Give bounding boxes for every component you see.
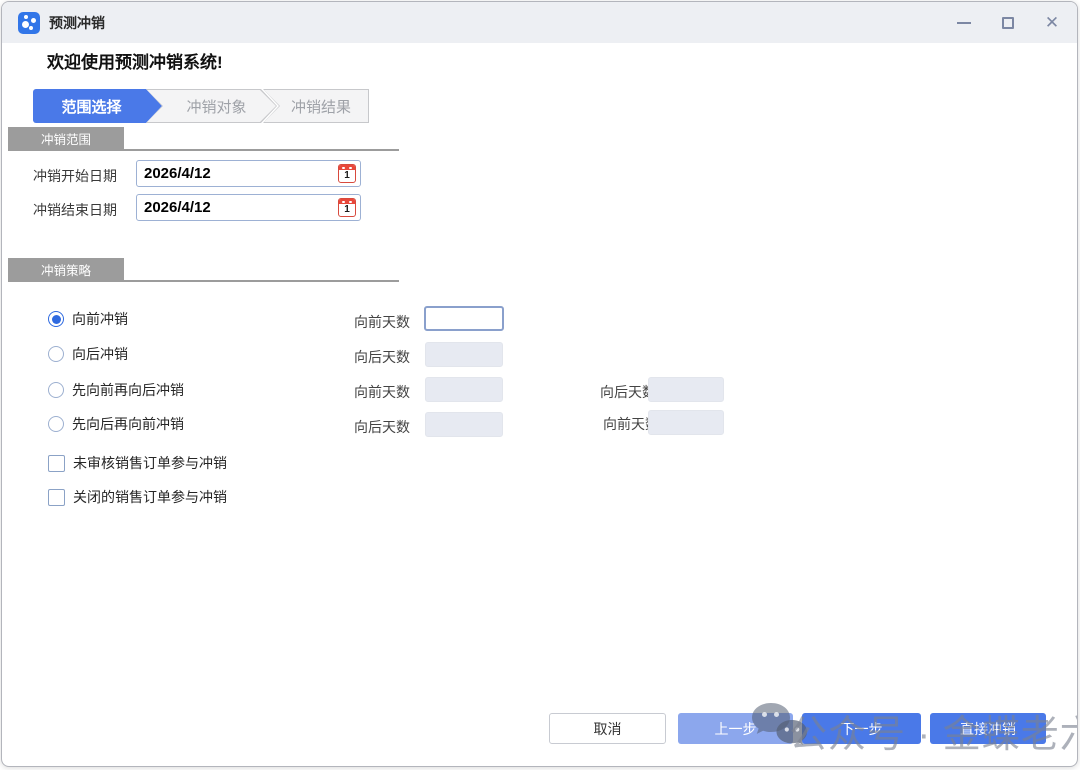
forward-days-field-disabled bbox=[648, 410, 724, 435]
app-icon bbox=[18, 12, 40, 34]
cancel-button[interactable]: 取消 bbox=[549, 713, 666, 744]
app-window: 预测冲销 ✕ 欢迎使用预测冲销系统! 范围选择 冲销对象 冲销结果 冲销范围 冲… bbox=[1, 1, 1078, 767]
radio-backward-then-forward[interactable]: 先向后再向前冲销 bbox=[48, 412, 184, 436]
minimize-icon[interactable] bbox=[955, 14, 973, 32]
step-label: 冲销对象 bbox=[146, 89, 277, 123]
maximize-icon[interactable] bbox=[999, 14, 1017, 32]
forward-days-label: 向前天数 bbox=[354, 312, 410, 332]
title-bar: 预测冲销 ✕ bbox=[2, 2, 1077, 43]
step-tab-offset-target[interactable]: 冲销对象 bbox=[146, 89, 277, 123]
checkbox-label: 未审核销售订单参与冲销 bbox=[73, 453, 227, 473]
checkbox-closed-orders[interactable]: 关闭的销售订单参与冲销 bbox=[48, 488, 227, 506]
screen: 预测冲销 ✕ 欢迎使用预测冲销系统! 范围选择 冲销对象 冲销结果 冲销范围 冲… bbox=[0, 0, 1080, 770]
step-label: 冲销结果 bbox=[263, 89, 369, 123]
radio-label: 先向前再向后冲销 bbox=[72, 380, 184, 400]
calendar-icon[interactable]: 1 bbox=[338, 164, 356, 183]
radio-icon bbox=[48, 346, 64, 362]
backward-days-input bbox=[426, 343, 502, 366]
checkbox-unaudited-orders[interactable]: 未审核销售订单参与冲销 bbox=[48, 454, 227, 472]
start-date-label: 冲销开始日期 bbox=[33, 166, 117, 186]
radio-icon bbox=[48, 311, 64, 327]
backward-days-field-disabled bbox=[648, 377, 724, 402]
forward-days-input[interactable] bbox=[426, 308, 502, 329]
calendar-icon[interactable]: 1 bbox=[338, 198, 356, 217]
forward-days-input bbox=[649, 411, 723, 434]
radio-label: 向前冲销 bbox=[72, 309, 128, 329]
backward-days-label: 向后天数 bbox=[354, 347, 410, 367]
close-icon[interactable]: ✕ bbox=[1043, 14, 1061, 32]
radio-label: 向后冲销 bbox=[72, 344, 128, 364]
backward-days-label: 向后天数 bbox=[354, 417, 410, 437]
radio-forward-offset[interactable]: 向前冲销 bbox=[48, 307, 128, 331]
forward-days-input bbox=[426, 378, 502, 401]
welcome-heading: 欢迎使用预测冲销系统! bbox=[47, 48, 223, 73]
section-divider bbox=[8, 280, 399, 282]
window-title: 预测冲销 bbox=[49, 13, 105, 33]
backward-days-field-disabled bbox=[425, 412, 503, 437]
section-header-strategy: 冲销策略 bbox=[8, 258, 124, 280]
forward-days-field-disabled bbox=[425, 377, 503, 402]
start-date-field[interactable]: 1 bbox=[136, 160, 361, 187]
radio-forward-then-backward[interactable]: 先向前再向后冲销 bbox=[48, 378, 184, 402]
radio-icon bbox=[48, 382, 64, 398]
checkbox-icon bbox=[48, 455, 65, 472]
backward-days-field-disabled bbox=[425, 342, 503, 367]
start-date-input[interactable] bbox=[144, 161, 324, 186]
radio-label: 先向后再向前冲销 bbox=[72, 414, 184, 434]
checkbox-icon bbox=[48, 489, 65, 506]
backward-days-input bbox=[649, 378, 723, 401]
forward-days-label: 向前天数 bbox=[354, 382, 410, 402]
step-label: 范围选择 bbox=[33, 89, 162, 123]
step-tab-offset-result[interactable]: 冲销结果 bbox=[263, 89, 369, 123]
direct-offset-button[interactable]: 直接冲销 bbox=[930, 713, 1046, 744]
end-date-input[interactable] bbox=[144, 195, 324, 220]
backward-days-input bbox=[426, 413, 502, 436]
checkbox-label: 关闭的销售订单参与冲销 bbox=[73, 487, 227, 507]
section-header-scope: 冲销范围 bbox=[8, 127, 124, 149]
radio-icon bbox=[48, 416, 64, 432]
section-divider bbox=[8, 149, 399, 151]
radio-backward-offset[interactable]: 向后冲销 bbox=[48, 342, 128, 366]
end-date-field[interactable]: 1 bbox=[136, 194, 361, 221]
end-date-label: 冲销结束日期 bbox=[33, 200, 117, 220]
forward-days-field[interactable] bbox=[424, 306, 504, 331]
prev-step-button[interactable]: 上一步 bbox=[678, 713, 793, 744]
step-tab-scope-select[interactable]: 范围选择 bbox=[33, 89, 162, 123]
next-step-button[interactable]: 下一步 bbox=[802, 713, 921, 744]
